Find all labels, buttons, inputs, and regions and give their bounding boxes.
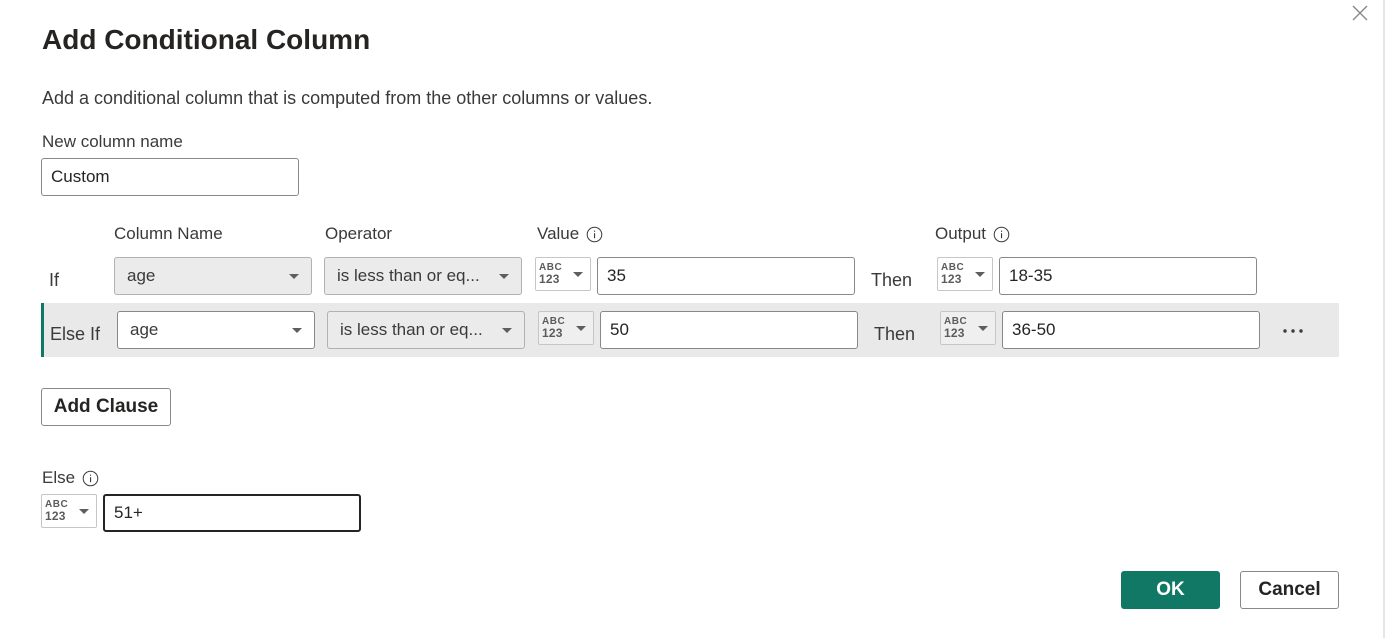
- if-value-text: 35: [607, 266, 626, 285]
- new-column-name-value: Custom: [51, 167, 110, 186]
- else-if-then-label: Then: [874, 324, 916, 344]
- if-then-label: Then: [871, 270, 913, 290]
- else-value-text: 51+: [114, 503, 143, 522]
- else-if-value-text: 50: [610, 320, 629, 339]
- value-header: Value: [537, 224, 603, 244]
- operator-header-text: Operator: [325, 224, 393, 243]
- more-options-button[interactable]: [1278, 321, 1308, 341]
- else-if-output-type-button[interactable]: ABC 123: [940, 311, 996, 345]
- if-label: If: [49, 270, 60, 290]
- else-if-value-input[interactable]: 50: [600, 311, 858, 349]
- output-header: Output: [935, 224, 1010, 244]
- new-column-name-label-text: New column name: [42, 132, 183, 151]
- else-if-column-value: age: [130, 320, 159, 339]
- chevron-down-icon: [978, 325, 988, 331]
- chevron-down-icon: [289, 273, 299, 279]
- else-if-output-text: 36-50: [1012, 320, 1056, 339]
- chevron-down-icon: [499, 273, 509, 279]
- if-column-value: age: [127, 266, 156, 285]
- any-type-icon: ABC 123: [944, 317, 970, 340]
- info-icon[interactable]: [586, 226, 603, 243]
- chevron-down-icon: [292, 327, 302, 333]
- chevron-down-icon: [502, 327, 512, 333]
- dialog-description: Add a conditional column that is compute…: [42, 88, 653, 108]
- else-if-column-select[interactable]: age: [117, 311, 315, 349]
- if-output-input[interactable]: 18-35: [999, 257, 1257, 295]
- add-conditional-column-dialog: Add Conditional Column Add a conditional…: [0, 0, 1385, 638]
- chevron-down-icon: [79, 508, 89, 514]
- type-icon-123: 123: [944, 326, 965, 340]
- type-icon-123: 123: [542, 326, 563, 340]
- else-if-row-accent: [41, 303, 44, 357]
- chevron-down-icon: [576, 325, 586, 331]
- any-type-icon: ABC 123: [45, 500, 71, 523]
- if-operator-select[interactable]: is less than or eq...: [324, 257, 522, 295]
- chevron-down-icon: [975, 271, 985, 277]
- new-column-name-input[interactable]: Custom: [41, 158, 299, 196]
- type-icon-123: 123: [941, 272, 962, 286]
- output-header-text: Output: [935, 224, 987, 243]
- chevron-down-icon: [573, 271, 583, 277]
- new-column-name-label: New column name: [42, 132, 183, 152]
- add-clause-button[interactable]: Add Clause: [41, 388, 171, 426]
- close-icon: [1352, 5, 1368, 21]
- else-label-text: Else: [42, 468, 76, 487]
- info-icon[interactable]: [993, 226, 1010, 243]
- else-if-label: Else If: [50, 324, 101, 344]
- cancel-button[interactable]: Cancel: [1240, 571, 1339, 609]
- else-if-operator-value: is less than or eq...: [340, 320, 483, 339]
- dialog-title: Add Conditional Column: [42, 24, 371, 55]
- if-value-input[interactable]: 35: [597, 257, 855, 295]
- close-button[interactable]: [1347, 0, 1373, 26]
- more-options-icon: [1283, 329, 1303, 333]
- if-value-type-button[interactable]: ABC 123: [535, 257, 591, 291]
- if-operator-value: is less than or eq...: [337, 266, 480, 285]
- else-type-button[interactable]: ABC 123: [41, 494, 97, 528]
- ok-button[interactable]: OK: [1121, 571, 1220, 609]
- if-output-type-button[interactable]: ABC 123: [937, 257, 993, 291]
- if-column-select[interactable]: age: [114, 257, 312, 295]
- any-type-icon: ABC 123: [542, 317, 568, 340]
- type-icon-123: 123: [539, 272, 560, 286]
- info-icon[interactable]: [82, 470, 99, 487]
- column-name-header-text: Column Name: [114, 224, 223, 243]
- else-if-operator-select[interactable]: is less than or eq...: [327, 311, 525, 349]
- any-type-icon: ABC 123: [941, 263, 967, 286]
- value-header-text: Value: [537, 224, 580, 243]
- else-if-value-type-button[interactable]: ABC 123: [538, 311, 594, 345]
- else-value-input[interactable]: 51+: [103, 494, 361, 532]
- else-label: Else: [42, 468, 99, 488]
- column-name-header: Column Name: [114, 224, 223, 244]
- if-output-text: 18-35: [1009, 266, 1053, 285]
- operator-header: Operator: [325, 224, 392, 244]
- any-type-icon: ABC 123: [539, 263, 565, 286]
- else-if-output-input[interactable]: 36-50: [1002, 311, 1260, 349]
- type-icon-123: 123: [45, 509, 66, 523]
